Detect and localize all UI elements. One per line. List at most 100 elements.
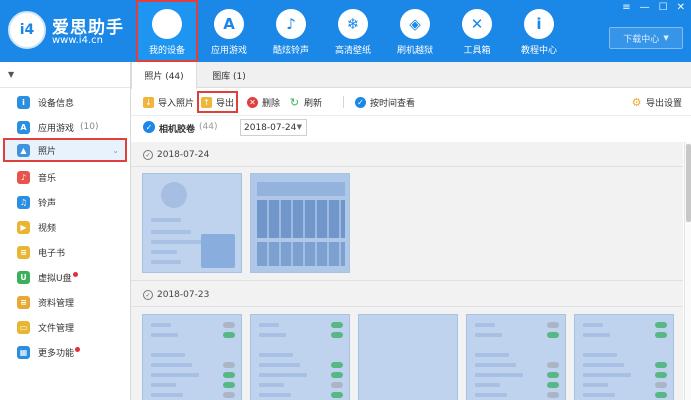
photo-grid: ✓ 2018-07-24 ✓ 2018-07-23 [131, 142, 683, 400]
sidebar-item-label: 文件管理 [38, 323, 75, 334]
nav-item-0[interactable]: 我的设备 [136, 0, 198, 62]
grid-icon: ▦ [17, 345, 30, 359]
album-name: 相机胶卷 [159, 125, 196, 135]
sidebar-item-label: 应用游戏 [38, 123, 75, 134]
scrollbar[interactable] [684, 142, 691, 400]
chevron-down-icon: ▼ [296, 123, 302, 131]
nav-item-4[interactable]: ◈ 刷机越狱 [384, 0, 446, 62]
sidebar-item-6[interactable]: ≡ 电子书 [0, 240, 130, 264]
album-check-icon[interactable]: ✓ [143, 121, 155, 133]
sidebar-item-label: 铃声 [38, 198, 57, 209]
scrollbar-thumb[interactable] [686, 144, 691, 222]
main-nav: 我的设备 A 应用游戏 ♪ 酷炫铃声 ❄ 高清壁纸 ◈ 刷机越狱 ✕ 工具箱 i 教程中心 [136, 0, 570, 62]
group-divider [131, 306, 683, 307]
delete-icon: ✕ [247, 96, 258, 108]
bell-icon: ♫ [17, 195, 30, 209]
sidebar-item-7[interactable]: U 虚拟U盘 [0, 265, 130, 289]
sidebar-item-label: 照片 [38, 146, 57, 157]
brand-url: www.i4.cn [52, 35, 103, 46]
tab-photos[interactable]: 照片 (44) [131, 62, 197, 89]
usb-icon: U [17, 270, 30, 284]
date-group-header[interactable]: ✓ 2018-07-24 [143, 147, 209, 163]
sidebar-item-5[interactable]: ▶ 视频 [0, 215, 130, 239]
i4-logo: i4 [8, 11, 46, 49]
download-center-label: 下载中心 [623, 34, 660, 45]
photo-thumbnail[interactable] [142, 314, 242, 400]
delete-label: 删除 [262, 98, 281, 109]
export-button[interactable]: ↑ 导出 [197, 91, 239, 113]
sidebar-item-count: (10) [80, 122, 99, 132]
top-bar: i4 爱思助手 www.i4.cn 我的设备 A 应用游戏 ♪ 酷炫铃声 ❄ 高清壁纸 ◈ 刷机… [0, 0, 691, 62]
close-icon[interactable]: ✕ [677, 2, 685, 13]
notification-dot [75, 346, 81, 352]
device-selector[interactable]: ▼ [0, 62, 130, 88]
export-icon: ↑ [201, 96, 212, 108]
book-icon: ≡ [17, 245, 30, 259]
sidebar-item-0[interactable]: i 设备信息 [0, 90, 130, 114]
sidebar-item-2[interactable]: ▲ 照片 ⌄ [3, 138, 127, 162]
apple-icon [152, 9, 182, 39]
collapse-caret-icon: ▼ [8, 70, 15, 79]
group-date: 2018-07-23 [157, 290, 210, 300]
nav-item-label: 刷机越狱 [396, 46, 433, 56]
sidebar-item-1[interactable]: A 应用游戏 (10) [0, 115, 130, 139]
export-settings-button[interactable]: ⚙ 导出设置 [631, 91, 682, 113]
photo-thumbnail[interactable] [250, 173, 350, 273]
select-group-icon: ✓ [143, 150, 153, 160]
export-settings-label: 导出设置 [646, 98, 683, 109]
sidebar: ▼ i 设备信息 A 应用游戏 (10) ▲ 照片 ⌄ ♪ 音乐 ♫ 铃声 ▶ 视频 ≡ 电子书 U 虚拟U盘 ≡ 资… [0, 62, 131, 400]
sidebar-item-label: 更多功能 [38, 348, 75, 359]
sidebar-item-8[interactable]: ≡ 资料管理 [0, 290, 130, 314]
delete-button[interactable]: ✕ 删除 [247, 91, 280, 113]
photo-thumbnail[interactable] [466, 314, 566, 400]
main-panel: 照片 (44) 图库 (1) ↓ 导入照片 ↑ 导出 ✕ 删除 ↻ 刷新 ✓ 按… [131, 62, 691, 400]
nav-item-5[interactable]: ✕ 工具箱 [446, 0, 508, 62]
sidebar-item-label: 虚拟U盘 [38, 273, 72, 284]
nav-item-6[interactable]: i 教程中心 [508, 0, 570, 62]
menu-icon[interactable]: ≡ [622, 2, 630, 13]
sidebar-item-label: 音乐 [38, 173, 57, 184]
notification-dot [72, 271, 78, 277]
sidebar-item-label: 视频 [38, 223, 57, 234]
folder-icon: ▭ [17, 320, 30, 334]
maximize-icon[interactable]: ☐ [659, 2, 668, 13]
refresh-label: 刷新 [304, 98, 323, 109]
photo-thumbnail[interactable] [358, 314, 458, 400]
nav-item-3[interactable]: ❄ 高清壁纸 [322, 0, 384, 62]
chevron-down-icon: ⌄ [112, 145, 119, 155]
date-group-header[interactable]: ✓ 2018-07-23 [143, 287, 209, 303]
check-circle-icon: ✓ [355, 96, 366, 108]
sidebar-item-4[interactable]: ♫ 铃声 [0, 190, 130, 214]
group-divider [131, 280, 683, 281]
date-select[interactable]: 2018-07-24 ▼ [240, 119, 307, 136]
sidebar-item-label: 电子书 [38, 248, 66, 259]
download-center-button[interactable]: 下载中心 ▼ [609, 27, 683, 49]
refresh-button[interactable]: ↻ 刷新 [289, 91, 322, 113]
nav-item-label: 高清壁纸 [334, 46, 371, 56]
info-icon: i [524, 9, 554, 39]
photo-thumbnail[interactable] [142, 173, 242, 273]
import-photos-button[interactable]: ↓ 导入照片 [143, 91, 194, 113]
photo-thumbnail[interactable] [250, 314, 350, 400]
sidebar-item-label: 资料管理 [38, 298, 75, 309]
sidebar-item-3[interactable]: ♪ 音乐 [0, 165, 130, 189]
minimize-icon[interactable]: — [640, 2, 650, 13]
nav-item-1[interactable]: A 应用游戏 [198, 0, 260, 62]
tools-icon: ✕ [462, 9, 492, 39]
tab-gallery[interactable]: 图库 (1) [201, 62, 257, 88]
info-circle-icon: i [17, 95, 30, 109]
nav-item-2[interactable]: ♪ 酷炫铃声 [260, 0, 322, 62]
app-store-icon: A [17, 120, 30, 134]
album-filter-bar: ✓ 相机胶卷 (44) 2018-07-24 ▼ [131, 116, 691, 140]
video-icon: ▶ [17, 220, 30, 234]
sidebar-item-10[interactable]: ▦ 更多功能 [0, 340, 130, 364]
nav-item-label: 工具箱 [463, 46, 491, 56]
snowflake-icon: ❄ [338, 9, 368, 39]
view-by-time-button[interactable]: ✓ 按时间查看 [355, 91, 415, 113]
sidebar-item-9[interactable]: ▭ 文件管理 [0, 315, 130, 339]
toolbar-divider [343, 96, 344, 108]
nav-item-label: 教程中心 [520, 46, 557, 56]
photo-thumbnail[interactable] [574, 314, 674, 400]
album-count: (44) [199, 122, 218, 132]
group-divider [131, 166, 683, 167]
